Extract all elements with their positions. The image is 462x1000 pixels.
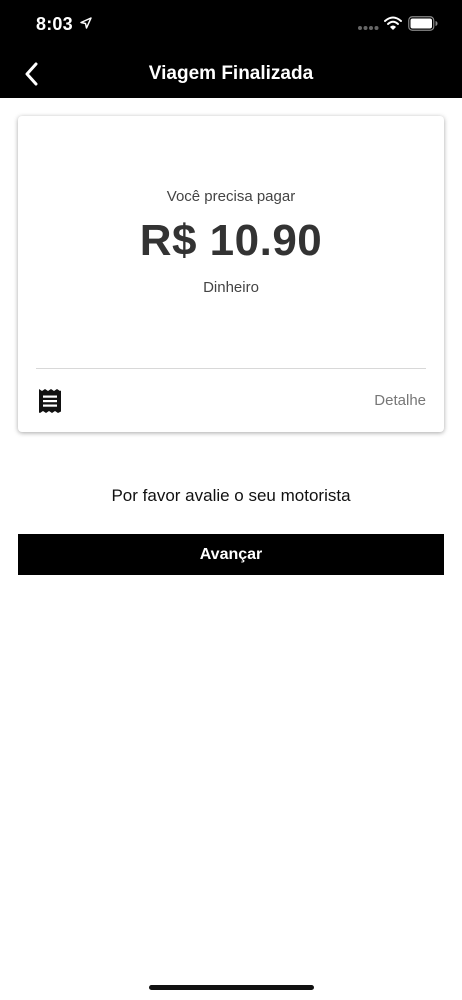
advance-button[interactable]: Avançar (18, 534, 444, 575)
status-time: 8:03 (36, 14, 73, 34)
payment-label: Você precisa pagar (166, 188, 296, 205)
card-divider (36, 368, 426, 369)
detail-link[interactable]: Detalhe (374, 392, 426, 409)
status-bar: 8:03 (0, 0, 462, 50)
rate-driver-prompt: Por favor avalie o seu motorista (111, 486, 351, 505)
page-title: Viagem Finalizada (148, 63, 314, 84)
nav-bar: Viagem Finalizada (0, 50, 462, 98)
home-indicator[interactable] (149, 985, 314, 990)
payment-card: Você precisa pagar R$ 10.90 Dinheiro Det… (18, 116, 444, 432)
signal-icon (358, 26, 379, 30)
receipt-icon[interactable] (39, 389, 61, 413)
wifi-icon (384, 16, 402, 30)
payment-method: Dinheiro (203, 279, 259, 296)
payment-amount: R$ 10.90 (139, 216, 323, 265)
battery-icon (408, 16, 438, 31)
location-arrow-icon (80, 17, 92, 29)
